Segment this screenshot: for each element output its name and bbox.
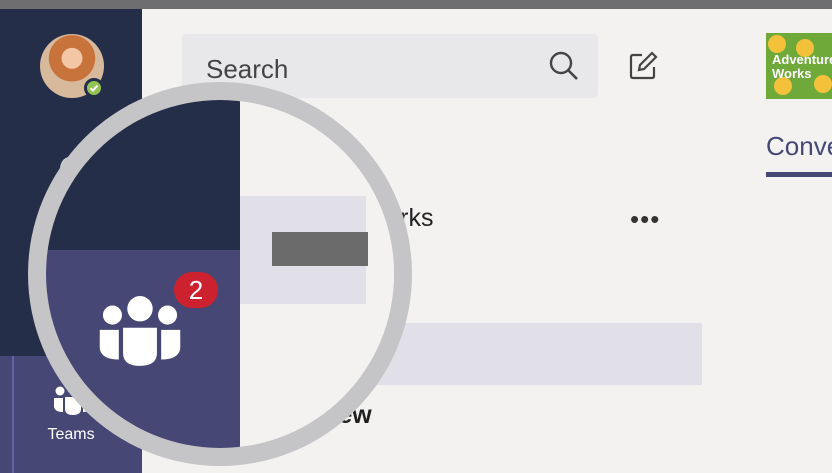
magnifier-view: 2	[46, 100, 394, 448]
redacted-text-bar	[272, 232, 368, 266]
tab-conversations[interactable]: Conve	[766, 131, 832, 162]
teams-window: A Teams Search	[0, 0, 832, 473]
more-options-icon[interactable]: •••	[630, 204, 660, 235]
search-icon[interactable]	[548, 50, 580, 82]
channel-content: Adventure Works Conve	[702, 9, 832, 473]
compose-icon[interactable]	[628, 51, 658, 81]
search-input[interactable]: Search	[206, 54, 288, 85]
logo-flower	[768, 35, 786, 53]
magnifier-lens: 2	[28, 82, 412, 466]
teams-icon	[99, 296, 181, 366]
notification-badge: 2	[170, 268, 222, 312]
presence-available-icon	[84, 78, 104, 98]
active-tab-underline	[766, 172, 832, 177]
zoomed-rail	[46, 100, 240, 250]
team-logo-text: Adventure Works	[772, 52, 832, 81]
active-indicator	[12, 356, 14, 473]
team-logo: Adventure Works	[766, 33, 832, 99]
window-top-border	[0, 0, 832, 9]
